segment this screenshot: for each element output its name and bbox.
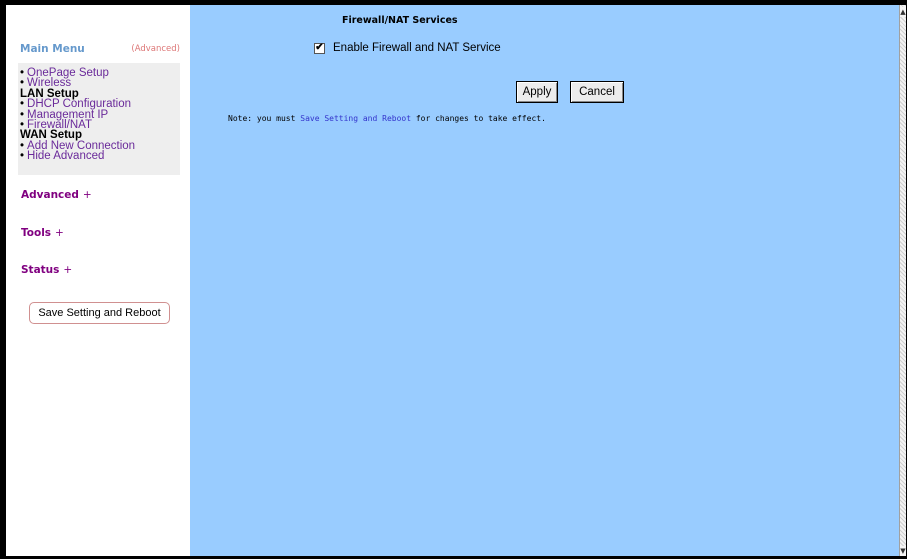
sidebar: Main Menu (Advanced) • OnePage Setup • Wire… xyxy=(6,5,190,556)
main-content: Firewall/NAT Services ✔ Enable Firewall … xyxy=(190,5,899,556)
cancel-button[interactable]: Cancel xyxy=(570,81,624,103)
vertical-scrollbar[interactable]: ▲ ▼ xyxy=(899,5,906,556)
note-suffix: for changes to take effect. xyxy=(411,114,546,123)
main-menu-header: Main Menu (Advanced) xyxy=(20,43,180,55)
expand-icon: + xyxy=(55,227,64,239)
enable-firewall-label: Enable Firewall and NAT Service xyxy=(333,42,501,54)
tools-category[interactable]: Tools + xyxy=(21,227,64,239)
enable-firewall-row: ✔ Enable Firewall and NAT Service xyxy=(314,42,501,54)
main-menu-list: • OnePage Setup • Wireless LAN Setup • DHCP Co… xyxy=(18,63,180,162)
bullet-icon: • xyxy=(20,150,25,163)
status-category[interactable]: Status + xyxy=(21,264,72,276)
save-setting-and-reboot-link[interactable]: Save Setting and Reboot xyxy=(300,114,411,123)
main-menu-label: Main Menu xyxy=(20,43,85,55)
expand-icon: + xyxy=(82,189,92,201)
main-menu-box: • OnePage Setup • Wireless LAN Setup • DHCP Co… xyxy=(18,63,180,175)
scroll-up-arrow-icon[interactable]: ▲ xyxy=(900,7,906,17)
apply-button[interactable]: Apply xyxy=(516,81,558,103)
scroll-down-arrow-icon[interactable]: ▼ xyxy=(900,546,906,556)
advanced-toggle-link[interactable]: (Advanced) xyxy=(131,44,180,54)
reboot-note: Note: you must Save Setting and Reboot f… xyxy=(228,114,546,123)
advanced-category[interactable]: Advanced + xyxy=(21,189,92,201)
tools-category-label: Tools xyxy=(21,227,52,239)
page-title: Firewall/NAT Services xyxy=(342,15,458,26)
menu-item-label: Hide Advanced xyxy=(27,150,105,163)
note-prefix: Note: you must xyxy=(228,114,301,123)
enable-firewall-checkbox[interactable]: ✔ xyxy=(314,42,325,54)
expand-icon: + xyxy=(63,264,73,276)
save-setting-and-reboot-button[interactable]: Save Setting and Reboot xyxy=(29,302,170,324)
menu-item[interactable]: • Hide Advanced xyxy=(20,150,180,163)
advanced-category-label: Advanced xyxy=(21,189,79,201)
status-category-label: Status xyxy=(21,264,60,276)
